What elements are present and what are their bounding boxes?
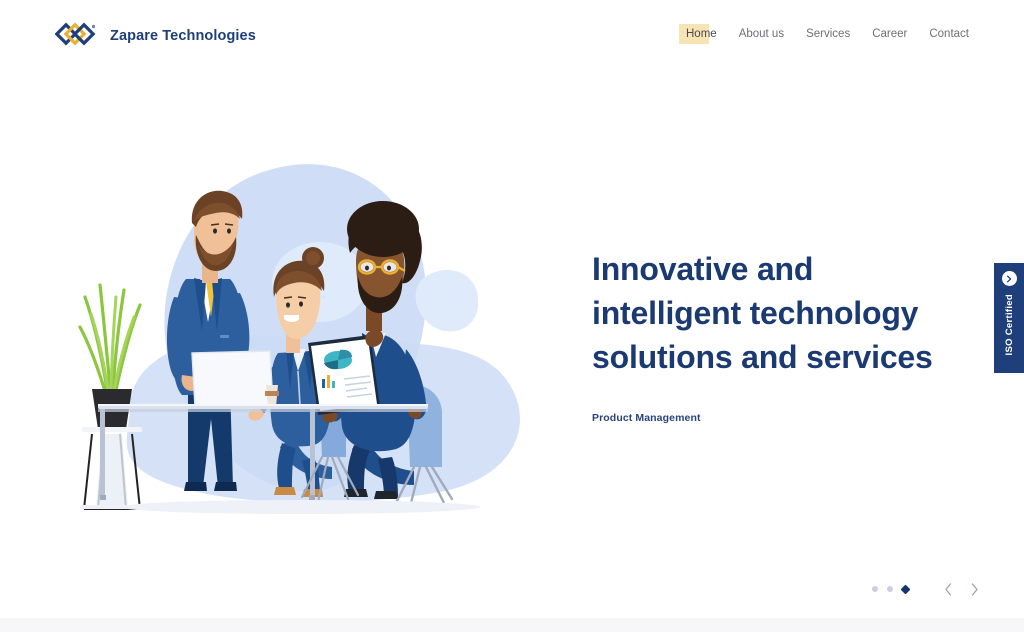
hero-subtitle: Product Management bbox=[592, 412, 701, 424]
headline-line-1: Innovative and bbox=[592, 251, 814, 287]
landing-page: Zapare Technologies Home About us Servic… bbox=[0, 0, 1024, 632]
carousel-dots bbox=[872, 584, 911, 594]
nav-item-about-us[interactable]: About us bbox=[739, 24, 806, 44]
carousel-dot-3[interactable] bbox=[900, 584, 911, 594]
nav-item-career-label: Career bbox=[872, 28, 908, 40]
headline-line-2: intelligent technology bbox=[592, 295, 919, 331]
site-header: Zapare Technologies Home About us Servic… bbox=[0, 0, 1024, 72]
iso-certified-tab[interactable]: ISO Certified bbox=[994, 263, 1024, 373]
nav-item-about-us-label: About us bbox=[738, 28, 785, 40]
chart-document bbox=[308, 329, 384, 415]
nav-item-home[interactable]: Home bbox=[679, 24, 739, 44]
carousel-dot-2[interactable] bbox=[887, 586, 893, 592]
hero-section: Innovative and intelligent technology so… bbox=[0, 72, 1024, 618]
carousel-arrows bbox=[941, 581, 981, 597]
carousel-dot-1[interactable] bbox=[872, 586, 878, 592]
nav-item-home-label: Home bbox=[686, 28, 717, 40]
nav-item-services-label: Services bbox=[806, 28, 851, 40]
headline-line-3: solutions and services bbox=[592, 339, 933, 375]
nav-item-contact[interactable]: Contact bbox=[929, 24, 969, 44]
chevron-right-icon[interactable] bbox=[1001, 271, 1017, 286]
iso-certified-label: ISO Certified bbox=[1003, 294, 1015, 356]
nav-item-contact-label: Contact bbox=[929, 28, 969, 40]
hero-copy: Innovative and intelligent technology so… bbox=[592, 247, 952, 424]
chevron-left-icon[interactable] bbox=[941, 581, 955, 597]
nav-item-services[interactable]: Services bbox=[806, 24, 872, 44]
nav-item-career[interactable]: Career bbox=[872, 24, 929, 44]
chevron-right-icon[interactable] bbox=[967, 581, 981, 597]
main-navigation: Home About us Services Career Contact bbox=[679, 24, 969, 44]
brand-logo-link[interactable]: Zapare Technologies bbox=[54, 19, 256, 53]
page-title: Innovative and intelligent technology so… bbox=[592, 247, 952, 379]
footer-strip bbox=[0, 618, 1024, 632]
carousel-controls bbox=[872, 578, 981, 600]
diamonds-logo-icon bbox=[54, 22, 101, 50]
business-team-meeting-illustration bbox=[70, 157, 570, 527]
brand-name: Zapare Technologies bbox=[110, 28, 256, 44]
